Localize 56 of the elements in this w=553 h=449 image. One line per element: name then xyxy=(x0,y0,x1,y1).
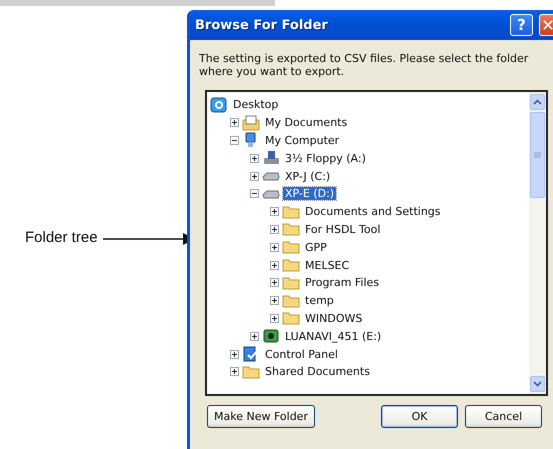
tree-item[interactable]: WINDOWS xyxy=(303,312,364,325)
folder-icon xyxy=(282,204,300,220)
collapse-toggle[interactable] xyxy=(230,136,239,145)
folder-icon xyxy=(282,239,300,256)
tree-item[interactable]: Program Files xyxy=(303,276,382,290)
tree-item[interactable]: GPP xyxy=(303,240,329,254)
dialog-button[interactable]: Cancel xyxy=(465,405,542,428)
folder-icon xyxy=(282,292,300,309)
documents-folder-icon xyxy=(242,114,260,131)
tree-item[interactable]: Documents and Settings xyxy=(303,205,443,218)
expand-toggle[interactable] xyxy=(230,118,239,128)
tree-item[interactable]: For HSDL Tool xyxy=(303,222,382,236)
tree-item[interactable]: My Computer xyxy=(263,134,342,147)
expand-toggle[interactable] xyxy=(270,296,279,306)
expand-toggle[interactable] xyxy=(270,207,279,216)
scrollbar[interactable] xyxy=(529,92,546,394)
folder-icon xyxy=(282,221,300,238)
tree-item[interactable]: Control Panel xyxy=(263,348,340,361)
default-button[interactable]: OK xyxy=(381,405,458,428)
instruction-text: The setting is exported to CSV files. Please select the folder where you want to export. xyxy=(199,52,530,78)
folder-icon xyxy=(282,310,300,326)
tree-item[interactable]: XP-J (C:) xyxy=(283,170,332,183)
collapse-toggle[interactable] xyxy=(250,189,259,198)
expand-toggle[interactable] xyxy=(230,350,239,359)
tree-item[interactable]: 3½ Floppy (A:) xyxy=(283,152,368,165)
expand-toggle[interactable] xyxy=(270,242,279,252)
expand-toggle[interactable] xyxy=(250,154,259,163)
tree-item[interactable]: MELSEC xyxy=(303,258,352,272)
expand-toggle[interactable] xyxy=(270,260,279,270)
scroll-down-icon xyxy=(533,381,542,387)
tree-item[interactable]: Desktop xyxy=(231,98,280,112)
grip-icon xyxy=(534,152,541,158)
window-title: Browse For Folder xyxy=(195,18,329,32)
dialog-button[interactable]: Make New Folder xyxy=(207,405,315,428)
expand-toggle[interactable] xyxy=(270,224,279,234)
desktop-icon xyxy=(210,96,228,113)
scroll-up-icon xyxy=(533,99,542,105)
folder-icon xyxy=(242,364,260,380)
expand-toggle[interactable] xyxy=(230,367,239,376)
close-button[interactable] xyxy=(539,14,553,36)
removable-drive-icon xyxy=(262,328,280,344)
close-icon xyxy=(543,19,553,31)
tree-item[interactable]: XP-E (D:) xyxy=(283,187,336,200)
expand-toggle[interactable] xyxy=(250,172,259,181)
tree-item[interactable]: My Documents xyxy=(263,116,350,130)
callout-label: Folder tree xyxy=(25,229,98,246)
expand-toggle[interactable] xyxy=(270,278,279,288)
tree-item[interactable]: LUANAVI_451 (E:) xyxy=(283,330,384,343)
expand-toggle[interactable] xyxy=(270,314,279,323)
tree-item[interactable]: temp xyxy=(303,294,336,308)
tree-item[interactable]: Shared Documents xyxy=(263,365,372,378)
floppy-drive-icon xyxy=(262,150,280,166)
folder-icon xyxy=(282,257,300,274)
folder-icon xyxy=(282,274,300,291)
expand-toggle[interactable] xyxy=(250,332,259,341)
help-button[interactable]: ? xyxy=(510,14,533,36)
